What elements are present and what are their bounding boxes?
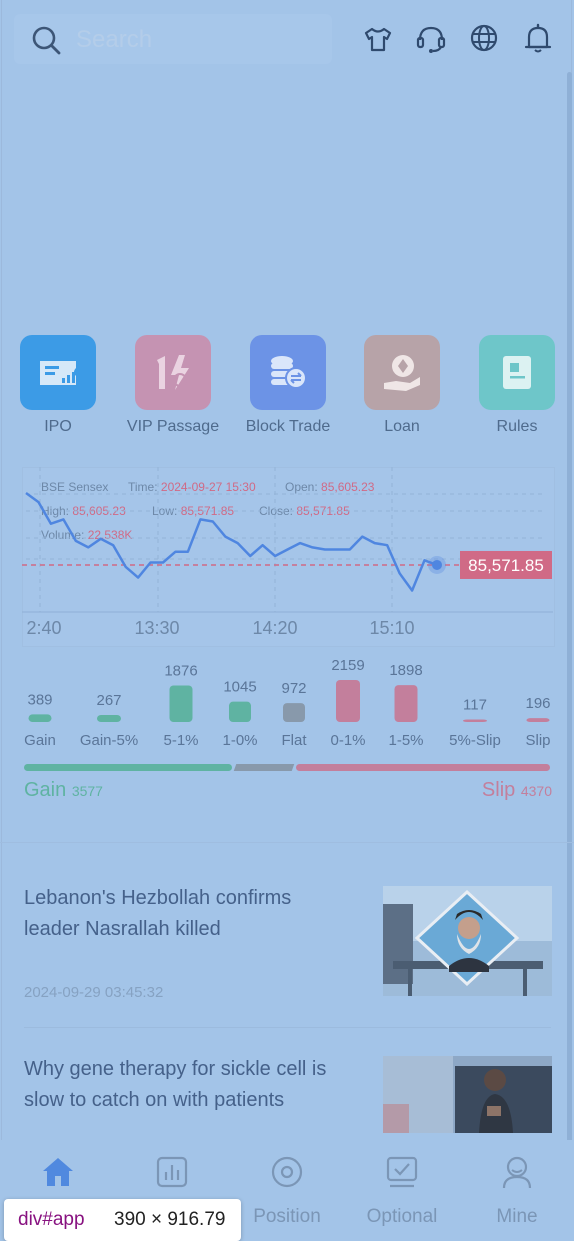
book-icon bbox=[503, 356, 531, 389]
search-icon bbox=[32, 26, 61, 55]
coins-exchange-icon bbox=[271, 356, 307, 389]
breadth-bar bbox=[229, 701, 251, 722]
news-time: 2024-09-29 03:45:32 bbox=[24, 984, 164, 1001]
quick-action-block-trade[interactable]: Block Trade bbox=[246, 335, 330, 435]
x-tick-label: 15:10 bbox=[369, 618, 414, 638]
block-trade-tile bbox=[250, 335, 326, 410]
nav-optional[interactable]: Optional bbox=[347, 1154, 457, 1228]
position-icon bbox=[271, 1156, 303, 1188]
quick-action-rules[interactable]: Rules bbox=[479, 335, 555, 435]
lightning-16-icon bbox=[157, 355, 189, 390]
ticket-chart-icon bbox=[40, 361, 76, 385]
nav-position[interactable]: Position bbox=[232, 1154, 342, 1228]
quick-action-label: Rules bbox=[496, 418, 538, 435]
x-tick-label: 13:30 bbox=[134, 618, 179, 638]
bar-category-label: 1-0% bbox=[222, 732, 257, 749]
flat-ratio-bar bbox=[233, 764, 295, 771]
news-title[interactable]: Lebanon's Hezbollah confirms leader Nasr… bbox=[24, 883, 344, 945]
scrollbar[interactable] bbox=[567, 72, 572, 1222]
price-series-line bbox=[25, 491, 438, 592]
quick-action-vip-passage[interactable]: VIP Passage bbox=[127, 335, 219, 435]
nav-mine[interactable]: Mine bbox=[462, 1154, 572, 1228]
nav-label: Mine bbox=[496, 1206, 538, 1227]
breadth-bar bbox=[283, 703, 305, 722]
gain-ratio-bar bbox=[24, 764, 232, 771]
bar-value-label: 972 bbox=[281, 680, 306, 697]
search-input[interactable]: Search bbox=[76, 25, 152, 55]
breadth-bar bbox=[526, 718, 550, 722]
devtools-element-tooltip: div#app 390 × 916.79 bbox=[4, 1199, 241, 1241]
last-price-label: 85,571.85 bbox=[468, 556, 544, 575]
gain-total: Gain 3577 bbox=[24, 779, 103, 801]
intraday-line-chart[interactable]: 85,571.85 2:40 13:30 14:20 15:10 bbox=[22, 467, 553, 645]
bar-category-label: Gain bbox=[24, 732, 56, 749]
bar-category-label: 0-1% bbox=[330, 732, 365, 749]
bar-category-label: Gain-5% bbox=[80, 732, 138, 749]
ipo-tile bbox=[20, 335, 96, 410]
market-chart-icon bbox=[156, 1156, 188, 1188]
optional-check-icon bbox=[386, 1156, 418, 1188]
bar-value-label: 2159 bbox=[331, 657, 364, 674]
bar-category-label: Slip bbox=[525, 732, 550, 749]
bell-icon[interactable] bbox=[522, 20, 554, 56]
search-bar[interactable]: Search bbox=[14, 14, 332, 64]
breadth-bar bbox=[97, 715, 121, 722]
news-title[interactable]: Why gene therapy for sickle cell is slow… bbox=[24, 1054, 344, 1116]
bar-category-label: Flat bbox=[281, 732, 307, 749]
home-icon bbox=[43, 1158, 73, 1186]
rules-tile bbox=[479, 335, 555, 410]
breadth-bar bbox=[336, 680, 360, 722]
breadth-bar bbox=[28, 714, 52, 722]
tshirt-icon[interactable] bbox=[362, 20, 394, 56]
bar-category-label: 1-5% bbox=[388, 732, 423, 749]
user-icon bbox=[502, 1156, 532, 1189]
bar-value-label: 389 bbox=[27, 691, 52, 708]
quick-action-ipo[interactable]: IPO bbox=[20, 335, 96, 435]
bar-value-label: 267 bbox=[96, 692, 121, 709]
slip-ratio-bar bbox=[296, 764, 550, 771]
x-tick-label: 2:40 bbox=[26, 618, 61, 638]
section-divider bbox=[0, 842, 574, 843]
breadth-bar bbox=[169, 685, 193, 722]
news-divider bbox=[24, 1027, 551, 1028]
news-thumbnail[interactable] bbox=[383, 1056, 552, 1133]
bar-category-label: 5%-Slip bbox=[449, 732, 501, 749]
bar-value-label: 196 bbox=[525, 695, 550, 712]
quick-action-loan[interactable]: Loan bbox=[364, 335, 440, 435]
bar-value-label: 1898 bbox=[389, 662, 422, 679]
devtools-element-name: div#app bbox=[18, 1209, 85, 1230]
app-page: Search IPO VIP Passage Block Trade Loan … bbox=[0, 0, 574, 1241]
x-tick-label: 14:20 bbox=[252, 618, 297, 638]
loan-tile bbox=[364, 335, 440, 410]
last-point bbox=[432, 559, 442, 570]
nav-label: Position bbox=[253, 1206, 321, 1227]
vip-tile bbox=[135, 335, 211, 410]
bar-value-label: 1045 bbox=[223, 679, 256, 696]
bar-value-label: 117 bbox=[463, 697, 487, 714]
devtools-element-size: 390 × 916.79 bbox=[114, 1209, 226, 1230]
bar-category-label: 5-1% bbox=[163, 732, 198, 749]
slip-total: Slip 4370 bbox=[481, 779, 552, 801]
breadth-bar bbox=[463, 719, 487, 722]
breadth-bar bbox=[394, 685, 418, 722]
globe-icon[interactable] bbox=[468, 20, 500, 56]
breadth-bar-chart: 389 Gain 267 Gain-5% 1876 5-1% 1045 1-0% 972 Flat… bbox=[24, 657, 550, 749]
headset-icon[interactable] bbox=[415, 20, 447, 56]
bar-value-label: 1876 bbox=[164, 663, 197, 680]
hand-coin-icon bbox=[384, 355, 420, 391]
news-thumbnail[interactable] bbox=[383, 886, 552, 996]
nav-label: Optional bbox=[366, 1206, 438, 1227]
